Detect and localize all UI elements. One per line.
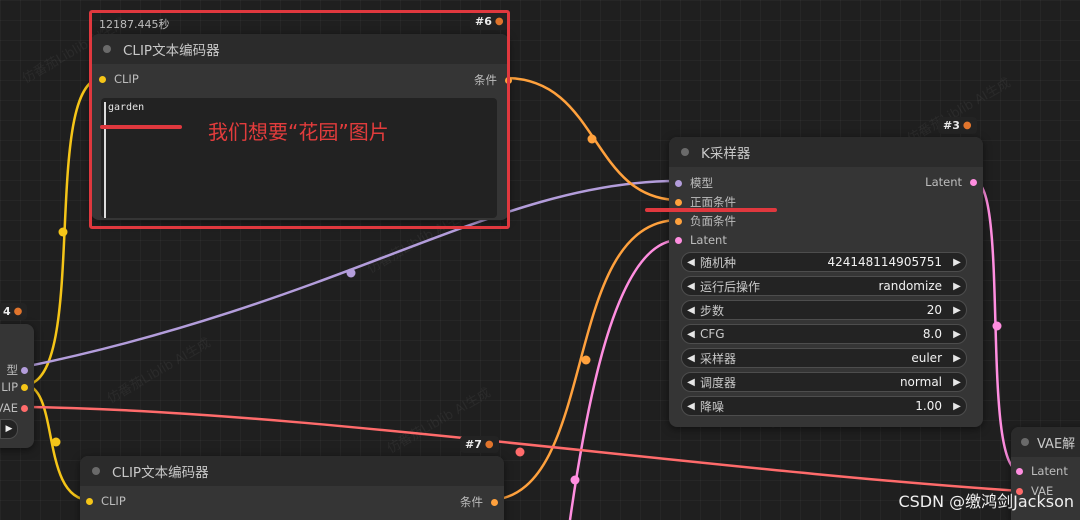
ksampler-node[interactable]: K采样器 模型 正面条件 负面条件 Latent Latent ◀ 随机种 42… (669, 137, 983, 427)
decrement-arrow-icon[interactable]: ◀ (682, 281, 700, 292)
port-label: LIP (1, 380, 18, 394)
increment-arrow-icon[interactable]: ▶ (948, 353, 966, 364)
wire-latent-in (568, 238, 680, 520)
decrement-arrow-icon[interactable]: ◀ (682, 353, 700, 364)
port-dot-icon[interactable] (970, 178, 977, 186)
widget-label: 随机种 (700, 255, 737, 270)
port-dot-icon[interactable] (21, 404, 28, 412)
output-port-model[interactable]: 型 (6, 362, 28, 378)
fox-icon: ● (962, 120, 972, 131)
port-dot-icon[interactable] (675, 198, 682, 206)
node-title: VAE解 (1037, 436, 1076, 452)
node-id: #7 (465, 438, 482, 451)
node-header[interactable]: K采样器 (669, 137, 983, 167)
input-port-model[interactable]: 模型 (675, 175, 713, 191)
node-id-badge: #3 ● (938, 117, 977, 134)
collapse-dot-icon[interactable] (92, 467, 100, 475)
widget-label: 调度器 (700, 375, 737, 390)
input-port-latent[interactable]: Latent (1016, 464, 1068, 478)
decrement-arrow-icon[interactable]: ◀ (682, 401, 700, 412)
decrement-arrow-icon[interactable]: ◀ (682, 377, 700, 388)
output-port-vae[interactable]: VAE (0, 401, 28, 415)
input-port-negative[interactable]: 负面条件 (675, 213, 736, 229)
widget-steps[interactable]: ◀ 步数 20 ▶ (681, 300, 967, 320)
increment-arrow-icon[interactable]: ▶ (948, 329, 966, 340)
port-label: Latent (925, 175, 962, 189)
decrement-arrow-icon[interactable]: ◀ (682, 305, 700, 316)
widget-value[interactable]: 20 (927, 303, 942, 317)
port-label: Latent (690, 233, 727, 247)
port-dot-icon[interactable] (1016, 467, 1023, 475)
collapse-dot-icon[interactable] (681, 148, 689, 156)
widget-value[interactable]: 8.0 (923, 327, 942, 341)
widget-value[interactable]: randomize (878, 279, 942, 293)
output-port-conditioning[interactable]: 条件 (460, 494, 498, 510)
node-header[interactable]: CLIP文本编码器 (80, 456, 504, 486)
widget-value[interactable]: euler (911, 351, 942, 365)
port-label: CLIP (101, 494, 126, 508)
node-id: 4 (3, 305, 11, 318)
port-label: 负面条件 (690, 214, 736, 228)
port-dot-icon[interactable] (675, 236, 682, 244)
output-port-latent[interactable]: Latent (925, 175, 977, 189)
decrement-arrow-icon[interactable]: ◀ (682, 329, 700, 340)
port-label: 型 (6, 363, 19, 377)
widget-seed[interactable]: ◀ 随机种 424148114905751 ▶ (681, 252, 967, 272)
port-dot-icon[interactable] (491, 498, 498, 506)
play-arrow-icon[interactable]: ▶ (0, 419, 18, 439)
node-id-badge: #7 ● (460, 436, 499, 453)
widget-sampler[interactable]: ◀ 采样器 euler ▶ (681, 348, 967, 368)
increment-arrow-icon[interactable]: ▶ (948, 305, 966, 316)
widget-label: 降噪 (700, 399, 725, 414)
node-graph-canvas[interactable]: 仿番茄Liblib AI生成 仿番茄Liblib AI生成 仿番茄Liblib … (0, 0, 1080, 520)
port-dot-icon[interactable] (21, 366, 28, 374)
increment-arrow-icon[interactable]: ▶ (948, 401, 966, 412)
decrement-arrow-icon[interactable]: ◀ (682, 257, 700, 268)
widget-value[interactable]: normal (900, 375, 942, 389)
widget-denoise[interactable]: ◀ 降噪 1.00 ▶ (681, 396, 967, 416)
node-title: CLIP文本编码器 (112, 465, 209, 481)
node-id-badge: 4 ● (0, 303, 28, 320)
node-title: K采样器 (701, 146, 751, 162)
widget-label: CFG (700, 327, 725, 341)
widget-label: 步数 (700, 303, 725, 318)
footer-watermark: CSDN @缴鸿剑Jackson (898, 492, 1074, 511)
underline-annotation (100, 125, 182, 129)
clip-text-encoder-node-bottom[interactable]: CLIP文本编码器 CLIP 条件 (80, 456, 504, 520)
widget-control-after-generate[interactable]: ◀ 运行后操作 randomize ▶ (681, 276, 967, 296)
port-label: VAE (0, 401, 18, 415)
widget-label: 运行后操作 (700, 279, 761, 294)
widget-label: 采样器 (700, 351, 737, 366)
widget-scheduler[interactable]: ◀ 调度器 normal ▶ (681, 372, 967, 392)
input-port-clip[interactable]: CLIP (86, 494, 126, 508)
increment-arrow-icon[interactable]: ▶ (948, 281, 966, 292)
node-id: #3 (943, 119, 960, 132)
fox-icon: ● (13, 306, 23, 317)
input-port-latent[interactable]: Latent (675, 233, 727, 247)
increment-arrow-icon[interactable]: ▶ (948, 377, 966, 388)
fox-icon: ● (484, 439, 494, 450)
port-dot-icon[interactable] (675, 217, 682, 225)
node-header[interactable]: VAE解 (1011, 427, 1080, 457)
port-dot-icon[interactable] (86, 497, 93, 505)
widget-value[interactable]: 424148114905751 (827, 255, 942, 269)
underline-annotation (645, 208, 777, 212)
widget-cfg[interactable]: ◀ CFG 8.0 ▶ (681, 324, 967, 344)
output-port-clip[interactable]: LIP (1, 380, 28, 394)
port-label: 条件 (460, 495, 483, 509)
annotation-text: 我们想要“花园”图片 (208, 120, 389, 144)
port-label: Latent (1031, 464, 1068, 478)
port-dot-icon[interactable] (675, 179, 682, 187)
widget-value[interactable]: 1.00 (915, 399, 942, 413)
increment-arrow-icon[interactable]: ▶ (948, 257, 966, 268)
port-label: 模型 (690, 176, 713, 190)
port-dot-icon[interactable] (21, 383, 28, 391)
collapse-dot-icon[interactable] (1021, 438, 1029, 446)
